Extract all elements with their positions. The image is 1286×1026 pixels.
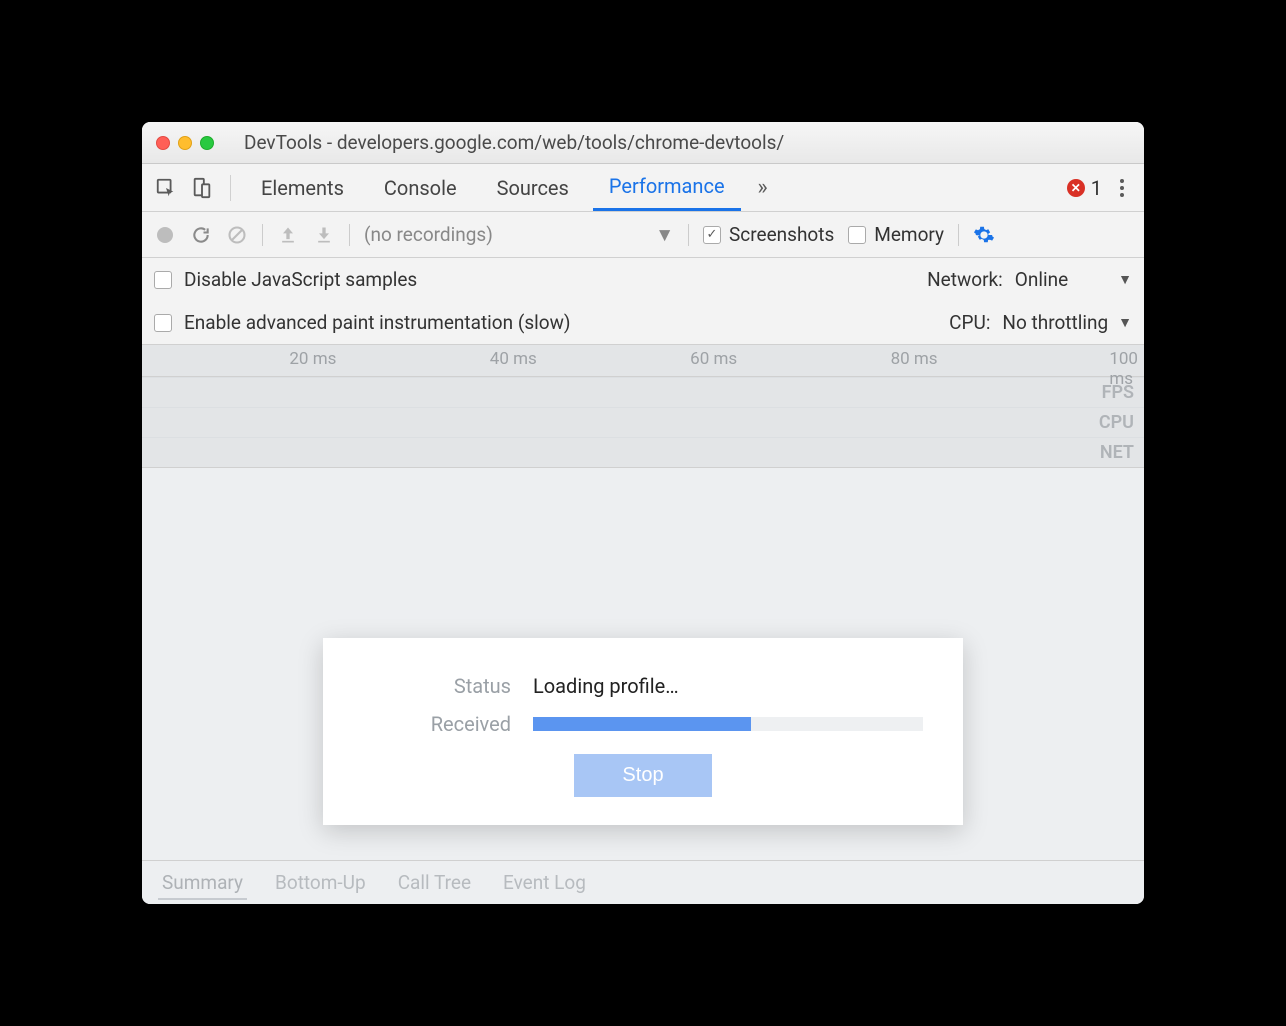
divider: [349, 224, 350, 246]
overview-lanes: FPS CPU NET: [142, 377, 1144, 468]
disable-js-label: Disable JavaScript samples: [184, 268, 417, 291]
progress-bar: [533, 717, 923, 731]
lane-cpu: CPU: [142, 407, 1144, 437]
network-value: Online: [1015, 268, 1068, 291]
error-count: 1: [1091, 176, 1102, 200]
bottom-tab-bottom-up[interactable]: Bottom-Up: [261, 863, 380, 902]
device-mode-icon[interactable]: [188, 174, 216, 202]
tab-performance[interactable]: Performance: [593, 164, 741, 211]
ruler-tick: 80 ms: [891, 349, 944, 369]
devtools-window: DevTools - developers.google.com/web/too…: [142, 122, 1144, 904]
ruler-tick: 40 ms: [490, 349, 543, 369]
upload-icon[interactable]: [277, 224, 299, 246]
network-select[interactable]: Online ▼: [1015, 268, 1132, 291]
settings-row-paint: Enable advanced paint instrumentation (s…: [142, 301, 1144, 344]
capture-settings: Disable JavaScript samples Network: Onli…: [142, 258, 1144, 345]
lane-net: NET: [142, 437, 1144, 467]
enable-paint-checkbox[interactable]: [154, 314, 172, 332]
divider: [230, 175, 231, 201]
window-zoom-button[interactable]: [200, 136, 214, 150]
titlebar: DevTools - developers.google.com/web/too…: [142, 122, 1144, 164]
timeline-ruler: 20 ms 40 ms 60 ms 80 ms 100 ms: [142, 345, 1144, 377]
ruler-tick: 100 ms: [1109, 349, 1144, 389]
disable-js-checkbox[interactable]: [154, 271, 172, 289]
reload-icon[interactable]: [190, 224, 212, 246]
divider: [958, 224, 959, 246]
bottom-tab-summary[interactable]: Summary: [148, 863, 257, 902]
cpu-label: CPU:: [949, 311, 990, 334]
window-close-button[interactable]: [156, 136, 170, 150]
download-icon[interactable]: [313, 224, 335, 246]
main-tabs-bar: Elements Console Sources Performance » ✕…: [142, 164, 1144, 212]
main-content: Status Loading profile… Received Stop: [142, 468, 1144, 860]
performance-toolbar: (no recordings) ▼ ✓ Screenshots Memory: [142, 212, 1144, 258]
status-value: Loading profile…: [533, 674, 679, 698]
traffic-lights: [156, 136, 214, 150]
enable-paint-label: Enable advanced paint instrumentation (s…: [184, 311, 571, 334]
window-title: DevTools - developers.google.com/web/too…: [224, 131, 1130, 154]
inspect-element-icon[interactable]: [152, 174, 180, 202]
divider: [262, 224, 263, 246]
error-icon: ✕: [1067, 179, 1085, 197]
lane-fps: FPS: [142, 377, 1144, 407]
clear-icon[interactable]: [226, 224, 248, 246]
stop-button[interactable]: Stop: [574, 754, 711, 797]
window-minimize-button[interactable]: [178, 136, 192, 150]
chevron-down-icon: ▼: [1118, 314, 1132, 331]
chevron-down-icon: ▼: [1118, 271, 1132, 288]
tab-sources[interactable]: Sources: [481, 164, 585, 211]
memory-label: Memory: [874, 223, 944, 246]
tab-elements[interactable]: Elements: [245, 164, 360, 211]
tab-console[interactable]: Console: [368, 164, 473, 211]
kebab-menu-icon[interactable]: [1110, 179, 1134, 197]
screenshots-checkbox[interactable]: ✓ Screenshots: [703, 223, 834, 246]
checkbox-unchecked-icon: [848, 226, 866, 244]
cpu-select[interactable]: No throttling ▼: [1002, 311, 1132, 334]
gear-icon[interactable]: [973, 224, 995, 246]
ruler-tick: 20 ms: [289, 349, 342, 369]
screenshots-label: Screenshots: [729, 223, 834, 246]
more-tabs-icon[interactable]: »: [749, 174, 777, 202]
settings-row-js: Disable JavaScript samples Network: Onli…: [142, 258, 1144, 301]
recordings-label: (no recordings): [364, 223, 493, 246]
recordings-select[interactable]: (no recordings) ▼: [364, 223, 674, 247]
progress-fill: [533, 717, 751, 731]
checkbox-checked-icon: ✓: [703, 226, 721, 244]
divider: [688, 224, 689, 246]
received-label: Received: [363, 712, 533, 736]
ruler-tick: 60 ms: [690, 349, 743, 369]
loading-dialog: Status Loading profile… Received Stop: [323, 638, 963, 825]
bottom-tabs: Summary Bottom-Up Call Tree Event Log: [142, 860, 1144, 904]
record-icon[interactable]: [154, 224, 176, 246]
status-label: Status: [363, 674, 533, 698]
cpu-value: No throttling: [1002, 311, 1108, 334]
chevron-down-icon: ▼: [655, 223, 674, 247]
bottom-tab-call-tree[interactable]: Call Tree: [384, 863, 485, 902]
memory-checkbox[interactable]: Memory: [848, 223, 944, 246]
bottom-tab-event-log[interactable]: Event Log: [489, 863, 600, 902]
network-label: Network:: [927, 268, 1003, 291]
error-count-badge[interactable]: ✕ 1: [1067, 176, 1102, 200]
